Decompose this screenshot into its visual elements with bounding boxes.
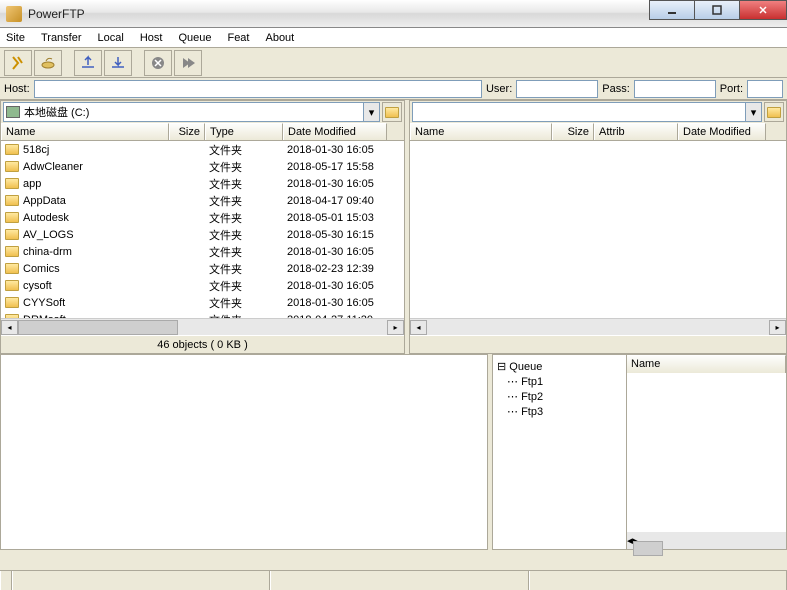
- local-file-list[interactable]: 518cj文件夹2018-01-30 16:05AdwCleaner文件夹201…: [1, 141, 404, 318]
- tree-item[interactable]: ⊟ Queue: [497, 359, 622, 374]
- queue-hscroll[interactable]: ◂ ▸: [627, 532, 786, 549]
- port-label: Port:: [720, 83, 743, 95]
- menu-about[interactable]: About: [265, 32, 294, 44]
- folder-icon: [5, 178, 19, 189]
- col-type[interactable]: Type: [205, 123, 283, 140]
- scroll-right-icon[interactable]: ▸: [387, 320, 404, 335]
- stop-button[interactable]: [144, 50, 172, 76]
- queue-list-body[interactable]: [627, 373, 786, 532]
- pass-input[interactable]: [634, 80, 716, 98]
- host-label: Host:: [4, 83, 30, 95]
- connect-button[interactable]: [4, 50, 32, 76]
- menu-site[interactable]: Site: [6, 32, 25, 44]
- scroll-thumb[interactable]: [18, 320, 178, 335]
- col-size[interactable]: Size: [169, 123, 205, 140]
- folder-icon: [5, 144, 19, 155]
- tree-item[interactable]: ⋯ Ftp2: [497, 389, 622, 404]
- scroll-thumb[interactable]: [633, 541, 663, 556]
- remote-list-header: Name Size Attrib Date Modified: [410, 123, 786, 141]
- col-size[interactable]: Size: [552, 123, 594, 140]
- local-up-button[interactable]: [382, 102, 402, 122]
- remote-file-list[interactable]: [410, 141, 786, 318]
- table-row[interactable]: DRMsoft文件夹2018-04-27 11:20: [1, 311, 404, 318]
- download-button[interactable]: [104, 50, 132, 76]
- queue-panel: ⊟ Queue ⋯ Ftp1 ⋯ Ftp2 ⋯ Ftp3 Name ◂ ▸: [492, 354, 787, 550]
- upload-button[interactable]: [74, 50, 102, 76]
- tree-item[interactable]: ⋯ Ftp3: [497, 404, 622, 419]
- local-status: 46 objects ( 0 KB ): [1, 335, 404, 353]
- status-bar: [0, 570, 787, 590]
- remote-status: [410, 335, 786, 353]
- toolbar: [0, 48, 787, 78]
- menu-feat[interactable]: Feat: [227, 32, 249, 44]
- folder-icon: [5, 246, 19, 257]
- user-input[interactable]: [516, 80, 598, 98]
- remote-up-button[interactable]: [764, 102, 784, 122]
- chevron-down-icon[interactable]: ▾: [363, 103, 379, 121]
- folder-icon: [5, 212, 19, 223]
- col-date[interactable]: Date Modified: [283, 123, 387, 140]
- connection-bar: Host: User: Pass: Port:: [0, 78, 787, 100]
- scroll-right-icon[interactable]: ▸: [769, 320, 786, 335]
- folder-icon: [5, 161, 19, 172]
- close-button[interactable]: [739, 0, 787, 20]
- chevron-down-icon[interactable]: ▾: [745, 103, 761, 121]
- remote-panel: ▾ Name Size Attrib Date Modified ◂ ▸: [409, 100, 787, 354]
- col-name[interactable]: Name: [1, 123, 169, 140]
- folder-icon: [5, 314, 19, 318]
- table-row[interactable]: china-drm文件夹2018-01-30 16:05: [1, 243, 404, 260]
- pass-label: Pass:: [602, 83, 630, 95]
- remote-path-combo[interactable]: ▾: [412, 102, 762, 122]
- table-row[interactable]: AdwCleaner文件夹2018-05-17 15:58: [1, 158, 404, 175]
- titlebar: PowerFTP: [0, 0, 787, 28]
- table-row[interactable]: AppData文件夹2018-04-17 09:40: [1, 192, 404, 209]
- local-path-combo[interactable]: 本地磁盘 (C:) ▾: [3, 102, 380, 122]
- remote-hscroll[interactable]: ◂ ▸: [410, 318, 786, 335]
- folder-icon: [5, 229, 19, 240]
- tree-item[interactable]: ⋯ Ftp1: [497, 374, 622, 389]
- menu-queue[interactable]: Queue: [178, 32, 211, 44]
- col-attrib[interactable]: Attrib: [594, 123, 678, 140]
- table-row[interactable]: CYYSoft文件夹2018-01-30 16:05: [1, 294, 404, 311]
- queue-tree[interactable]: ⊟ Queue ⋯ Ftp1 ⋯ Ftp2 ⋯ Ftp3: [493, 355, 627, 549]
- scroll-left-icon[interactable]: ◂: [410, 320, 427, 335]
- menu-host[interactable]: Host: [140, 32, 163, 44]
- folder-icon: [5, 280, 19, 291]
- port-input[interactable]: [747, 80, 783, 98]
- menu-local[interactable]: Local: [98, 32, 124, 44]
- menu-transfer[interactable]: Transfer: [41, 32, 82, 44]
- local-list-header: Name Size Type Date Modified: [1, 123, 404, 141]
- col-date[interactable]: Date Modified: [678, 123, 766, 140]
- user-label: User:: [486, 83, 512, 95]
- disconnect-button[interactable]: [34, 50, 62, 76]
- local-hscroll[interactable]: ◂ ▸: [1, 318, 404, 335]
- queue-list-header: Name: [627, 355, 786, 373]
- local-panel: 本地磁盘 (C:) ▾ Name Size Type Date Modified…: [0, 100, 405, 354]
- col-name[interactable]: Name: [410, 123, 552, 140]
- table-row[interactable]: 518cj文件夹2018-01-30 16:05: [1, 141, 404, 158]
- minimize-button[interactable]: [649, 0, 695, 20]
- local-path-text: 本地磁盘 (C:): [24, 104, 89, 120]
- table-row[interactable]: cysoft文件夹2018-01-30 16:05: [1, 277, 404, 294]
- host-input[interactable]: [34, 80, 482, 98]
- menubar: Site Transfer Local Host Queue Feat Abou…: [0, 28, 787, 48]
- log-panel[interactable]: [0, 354, 488, 550]
- drive-icon: [6, 106, 20, 118]
- maximize-button[interactable]: [694, 0, 740, 20]
- table-row[interactable]: Autodesk文件夹2018-05-01 15:03: [1, 209, 404, 226]
- table-row[interactable]: Comics文件夹2018-02-23 12:39: [1, 260, 404, 277]
- folder-icon: [5, 195, 19, 206]
- app-icon: [6, 6, 22, 22]
- go-button[interactable]: [174, 50, 202, 76]
- table-row[interactable]: app文件夹2018-01-30 16:05: [1, 175, 404, 192]
- folder-icon: [385, 107, 399, 118]
- folder-icon: [5, 297, 19, 308]
- table-row[interactable]: AV_LOGS文件夹2018-05-30 16:15: [1, 226, 404, 243]
- folder-icon: [767, 107, 781, 118]
- folder-icon: [5, 263, 19, 274]
- scroll-left-icon[interactable]: ◂: [1, 320, 18, 335]
- col-name[interactable]: Name: [627, 355, 786, 373]
